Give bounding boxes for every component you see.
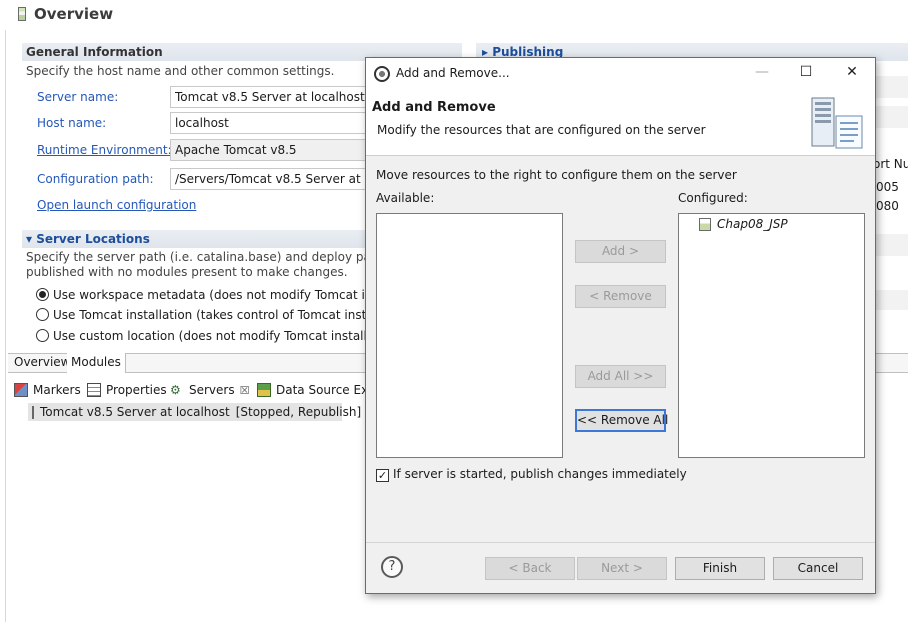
tab-markers[interactable]: Markers xyxy=(14,383,81,397)
host-name-label: Host name: xyxy=(37,116,107,130)
collapse-arrow-icon: ▾ xyxy=(26,232,37,246)
server-name-label: Server name: xyxy=(37,90,119,104)
locations-description-1: Specify the server path (i.e. catalina.b… xyxy=(26,250,411,264)
radio-custom-location[interactable]: Use custom location (does not modify Tom… xyxy=(36,329,397,343)
page-title: Overview xyxy=(34,5,114,23)
radio-custom-label: Use custom location (does not modify Tom… xyxy=(53,329,398,343)
add-remove-dialog: Add and Remove... — ☐ ✕ Add and Remove M… xyxy=(365,57,876,594)
banner-description: Modify the resources that are configured… xyxy=(377,123,706,137)
data-source-icon xyxy=(257,383,271,397)
publish-checkbox-label: If server is started, publish changes im… xyxy=(393,467,687,481)
instruction-text: Move resources to the right to configure… xyxy=(376,168,737,182)
remove-all-button[interactable]: << Remove All xyxy=(575,409,668,432)
configuration-path-field[interactable]: /Servers/Tomcat v8.5 Server at loca xyxy=(170,168,370,190)
configured-list[interactable]: Chap08_JSP xyxy=(678,213,865,458)
general-description: Specify the host name and other common s… xyxy=(26,64,335,78)
radio-workspace-metadata[interactable]: Use workspace metadata (does not modify … xyxy=(36,288,405,302)
markers-label: Markers xyxy=(33,383,81,397)
open-launch-configuration-link[interactable]: Open launch configuration xyxy=(37,198,196,212)
configured-label: Configured: xyxy=(678,191,748,205)
dialog-title: Add and Remove... xyxy=(396,66,510,80)
server-list-item[interactable]: Tomcat v8.5 Server at localhost [Stopped… xyxy=(28,403,361,421)
radio-workspace-label: Use workspace metadata (does not modify … xyxy=(53,288,405,302)
markers-icon xyxy=(14,383,28,397)
dialog-banner: Add and Remove Modify the resources that… xyxy=(366,90,875,156)
configured-item-label: Chap08_JSP xyxy=(717,217,788,231)
dialog-titlebar[interactable]: Add and Remove... — ☐ ✕ xyxy=(366,58,875,90)
publish-checkbox[interactable]: ✓ xyxy=(376,469,389,482)
tomcat-server-icon xyxy=(32,405,34,419)
cancel-button[interactable]: Cancel xyxy=(773,557,863,580)
data-source-label: Data Source Exp xyxy=(276,383,376,397)
banner-title: Add and Remove xyxy=(372,100,496,115)
tab-modules[interactable]: Modules xyxy=(67,353,126,373)
tab-servers[interactable]: ⚙ Servers ☒ xyxy=(170,383,249,397)
runtime-environment-link[interactable]: Runtime Environment: xyxy=(37,143,172,157)
radio-tomcat-label: Use Tomcat installation (takes control o… xyxy=(53,308,404,322)
tab-data-source-explorer[interactable]: Data Source Exp xyxy=(257,383,376,397)
server-editor-icon xyxy=(18,7,26,21)
properties-icon xyxy=(87,383,101,397)
server-locations-label: Server Locations xyxy=(36,232,150,246)
tab-properties[interactable]: Properties xyxy=(87,383,167,397)
close-tab-icon[interactable]: ☒ xyxy=(240,384,250,397)
next-button[interactable]: Next > xyxy=(577,557,667,580)
overview-header: Overview xyxy=(18,5,113,23)
port-value: 080 xyxy=(876,199,899,213)
radio-unselected-icon xyxy=(36,308,49,321)
close-button[interactable]: ✕ xyxy=(841,64,863,84)
web-module-icon xyxy=(699,217,711,231)
host-name-field[interactable]: localhost xyxy=(170,112,370,134)
server-entry-name: Tomcat v8.5 Server at localhost xyxy=(40,405,230,419)
remove-button[interactable]: < Remove xyxy=(575,285,666,308)
server-entry-status: [Stopped, Republish] xyxy=(235,405,362,419)
port-value: 005 xyxy=(876,180,899,194)
editor-left-border xyxy=(0,30,6,622)
ports-column-header: ort Nu xyxy=(873,157,908,171)
radio-selected-icon xyxy=(36,288,49,301)
server-wizard-icon xyxy=(811,97,863,149)
locations-description-2: published with no modules present to mak… xyxy=(26,265,348,279)
radio-tomcat-installation[interactable]: Use Tomcat installation (takes control o… xyxy=(36,308,403,322)
available-label: Available: xyxy=(376,191,435,205)
properties-label: Properties xyxy=(106,383,167,397)
servers-label: Servers xyxy=(189,383,235,397)
eclipse-icon xyxy=(374,66,390,82)
list-item[interactable]: Chap08_JSP xyxy=(699,217,788,231)
maximize-button[interactable]: ☐ xyxy=(795,64,817,84)
help-icon[interactable]: ? xyxy=(381,556,403,578)
back-button[interactable]: < Back xyxy=(485,557,575,580)
minimize-button[interactable]: — xyxy=(751,64,773,84)
server-name-field[interactable]: Tomcat v8.5 Server at localhost xyxy=(170,86,370,108)
radio-unselected-icon xyxy=(36,329,49,342)
tab-overview[interactable]: Overview xyxy=(10,353,76,373)
configuration-path-label: Configuration path: xyxy=(37,172,154,186)
finish-button[interactable]: Finish xyxy=(675,557,765,580)
add-button[interactable]: Add > xyxy=(575,240,666,263)
available-list[interactable] xyxy=(376,213,563,458)
add-all-button[interactable]: Add All >> xyxy=(575,365,666,388)
servers-icon: ⚙ xyxy=(170,383,181,397)
runtime-environment-field: Apache Tomcat v8.5 xyxy=(170,139,370,161)
button-separator xyxy=(366,542,875,543)
